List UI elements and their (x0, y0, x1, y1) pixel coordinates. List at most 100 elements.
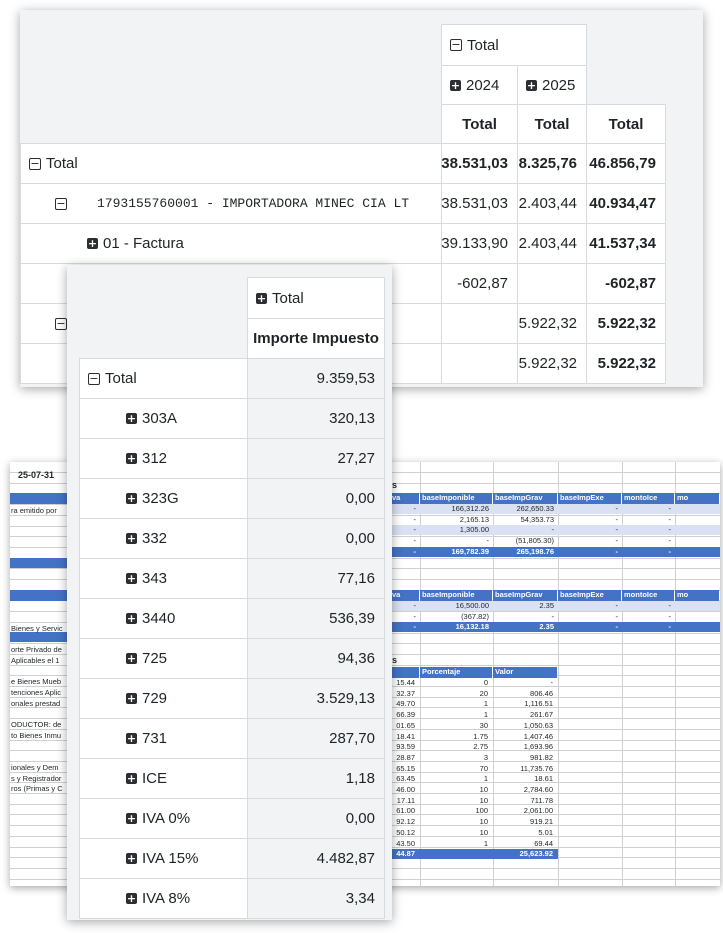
minus-icon[interactable]: − (29, 157, 41, 170)
left-header-band (10, 493, 72, 504)
row-header-tax-code[interactable]: +731 (79, 718, 248, 759)
minus-icon[interactable]: − (450, 39, 462, 51)
sheet-cell: 1 (483, 710, 488, 720)
value-cell: 3,34 (247, 878, 385, 919)
row-header-tax-code[interactable]: +303A (79, 398, 248, 439)
sheet-cell: - (413, 611, 417, 621)
row-header-tax-code[interactable]: + ICE (79, 758, 248, 799)
sheet-left-label: to Bienes Inmu (11, 730, 62, 740)
sheet-cell: 166,312.26 (451, 504, 489, 513)
sheet-cell: 18.61 (534, 774, 553, 784)
sheet-cell: 65.15 (396, 763, 415, 773)
row-header-tax-code[interactable]: +729 (79, 678, 248, 719)
sheet-cell: - (413, 536, 417, 546)
row-header-company[interactable]: −1793155760001 - IMPORTADORA MINEC CIA L… (20, 183, 442, 224)
sheet-cell: - (413, 514, 417, 524)
row-header-tax-code[interactable]: +323G (79, 478, 248, 519)
row-header-tax-code[interactable]: +3440 (79, 598, 248, 639)
sheet-cell: 1,693.96 (523, 742, 553, 752)
plus-icon[interactable]: + (126, 653, 137, 664)
measure-header: Total (586, 104, 666, 144)
plus-icon[interactable]: + (126, 693, 137, 704)
sheet-column-header[interactable]: va (390, 590, 419, 601)
minus-icon[interactable]: − (55, 197, 67, 210)
header-total-collapse[interactable]: − Total (441, 24, 587, 66)
value-cell: 3.529,13 (247, 678, 385, 719)
value-cell: 9.359,53 (247, 358, 385, 399)
sheet-cell: - (615, 525, 619, 535)
row-header-tax-code[interactable]: + IVA 0% (79, 798, 248, 839)
plus-icon[interactable]: + (126, 773, 137, 784)
sheet-column-header[interactable] (390, 667, 419, 678)
minus-icon[interactable]: − (88, 372, 100, 385)
sheet-column-header[interactable]: mo (675, 590, 719, 601)
row-header-total[interactable]: − Total (20, 143, 442, 184)
row-header-tax-code[interactable]: +332 (79, 518, 248, 559)
plus-icon[interactable]: + (126, 493, 137, 504)
row-header-tax-code[interactable]: +343 (79, 558, 248, 599)
sheet-column-header[interactable]: baseImpGrav (493, 590, 557, 601)
sheet-cell: 10 (479, 795, 488, 805)
plus-icon[interactable]: + (126, 893, 137, 904)
sheet-cell: 43.50 (396, 838, 415, 848)
sheet-column-header[interactable]: montoIce (622, 493, 674, 504)
sheet-total-cell: 44.87 (396, 849, 415, 859)
header-year-2025[interactable]: +2025 (517, 65, 587, 105)
header-total-expand[interactable]: + Total (247, 277, 385, 319)
sheet-total-cell: 169,782.39 (451, 546, 489, 556)
plus-icon[interactable]: + (126, 853, 137, 864)
plus-icon[interactable]: + (126, 733, 137, 744)
sheet-left-label: orte Privado de (11, 645, 62, 655)
row-header-tax-code[interactable]: + IVA 15% (79, 838, 248, 879)
sheet-cell: - (615, 504, 619, 513)
sheet-cell: - (668, 514, 672, 524)
sheet-cell: 10 (479, 785, 488, 794)
sheet-cell: 1.75 (473, 731, 488, 741)
row-header-tax-code[interactable]: + IVA 8% (79, 878, 248, 919)
sheet-cell: - (413, 601, 417, 610)
plus-icon[interactable]: + (450, 79, 461, 91)
sheet-total-cell: - (413, 622, 417, 632)
sheet-column-header[interactable]: Porcentaje (420, 667, 492, 678)
plus-icon[interactable]: + (126, 813, 137, 824)
plus-icon[interactable]: + (526, 79, 537, 91)
sheet-column-header[interactable]: Valor (493, 667, 557, 678)
value-cell: 77,16 (247, 558, 385, 599)
sheet-cell: - (615, 514, 619, 524)
row-header-total[interactable]: − Total (79, 358, 248, 399)
row-header-tax-code[interactable]: +312 (79, 438, 248, 479)
plus-icon[interactable]: + (126, 413, 137, 424)
sheet-cell: 1,050.63 (523, 720, 553, 730)
sheet-left-label: s y Registrador (11, 773, 62, 783)
left-total-band (10, 632, 72, 642)
left-total-band (10, 558, 72, 568)
value-cell: 5.922,32 (586, 343, 666, 384)
sheet-column-header[interactable]: baseImpGrav (493, 493, 557, 504)
sheet-column-header[interactable]: baseImpExe (558, 493, 621, 504)
plus-icon[interactable]: + (126, 613, 137, 624)
row-header-factura[interactable]: +01 - Factura (20, 223, 442, 264)
sheet-column-header[interactable]: montoIce (622, 590, 674, 601)
value-cell: 27,27 (247, 438, 385, 479)
sheet-cell: - (615, 611, 619, 621)
sheet-column-header[interactable]: baseImpExe (558, 590, 621, 601)
row-header-tax-code[interactable]: +725 (79, 638, 248, 679)
value-cell: 5.922,32 (517, 303, 587, 344)
sheet-column-header[interactable]: baseImponible (420, 590, 492, 601)
sheet-cell: (367.82) (461, 611, 489, 621)
sheet-column-header[interactable]: mo (675, 493, 719, 504)
sheet-cell: 806.46 (530, 688, 553, 698)
plus-icon[interactable]: + (126, 453, 137, 464)
plus-icon[interactable]: + (126, 573, 137, 584)
plus-icon[interactable]: + (87, 238, 98, 249)
plus-icon[interactable]: + (126, 533, 137, 544)
plus-icon[interactable]: + (256, 292, 267, 304)
sheet-column-header[interactable]: va (390, 493, 419, 504)
sheet-column-header[interactable]: baseImponible (420, 493, 492, 504)
sheet-cell: 2.35 (539, 601, 554, 610)
measure-header: Importe Impuesto (247, 318, 385, 359)
minus-icon[interactable]: − (55, 317, 67, 330)
sheet-cell: 70 (479, 763, 488, 773)
sheet-cell: - (668, 525, 672, 535)
header-year-2024[interactable]: +2024 (441, 65, 518, 105)
